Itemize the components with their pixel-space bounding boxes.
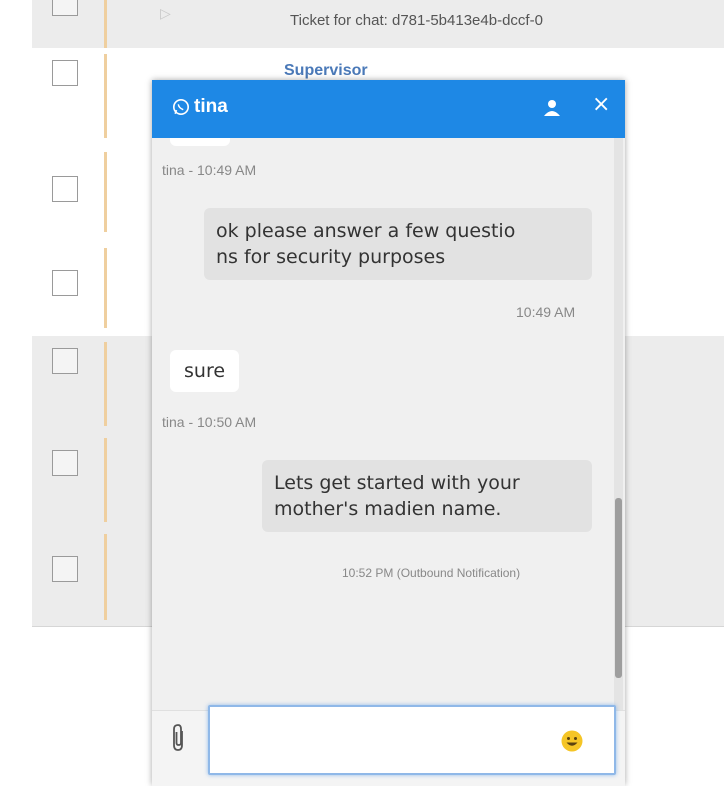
scrollbar-thumb[interactable] [615,498,622,678]
row-checkbox[interactable] [52,450,78,476]
row-stripe [104,534,107,620]
message-text-line: ok please answer a few questio [216,220,516,242]
message-text-line: ns for security purposes [216,246,446,268]
row-checkbox[interactable] [52,556,78,582]
paperclip-icon[interactable] [170,723,188,753]
message-input[interactable] [208,705,616,775]
incoming-bubble [170,138,230,146]
chat-composer [152,705,625,786]
row-stripe [104,0,107,48]
row-checkbox[interactable] [52,270,78,296]
whatsapp-icon [172,98,190,116]
ticket-title[interactable]: Ticket for chat: d781-5b413e4b-dccf-0 [290,12,543,29]
row-stripe [104,342,107,426]
row-checkbox[interactable] [52,60,78,86]
row-stripe [104,152,107,232]
chat-header: tina × [152,80,625,138]
row-stripe [104,54,107,138]
play-icon: ▷ [160,6,171,22]
chat-contact-name: tina [194,96,228,117]
outgoing-bubble: Lets get started with your mother's madi… [262,460,592,532]
message-meta: tina - 10:50 AM [162,414,257,430]
message-text-line: mother's madien name. [274,498,502,520]
outgoing-bubble: ok please answer a few questio ns for se… [204,208,592,280]
supervisor-link[interactable]: Supervisor [284,62,368,80]
emoji-icon[interactable] [560,729,584,753]
user-icon[interactable] [542,98,562,118]
message-list[interactable]: tina - 10:49 AM ok please answer a few q… [152,138,625,710]
message-text-line: Lets get started with your [274,472,520,494]
incoming-bubble: sure [170,350,240,392]
chat-window: tina × tina - 10:49 AM ok please answer … [152,80,625,786]
row-checkbox[interactable] [52,348,78,374]
message-meta: 10:52 PM (Outbound Notification) [342,566,521,580]
row-checkbox[interactable] [52,176,78,202]
table-row[interactable]: ▷ Ticket for chat: d781-5b413e4b-dccf-0 [32,0,724,49]
message-meta: 10:49 AM [516,304,576,320]
row-checkbox[interactable] [52,0,78,16]
scrollbar[interactable] [614,138,623,710]
message-meta: tina - 10:49 AM [162,162,257,178]
row-stripe [104,248,107,328]
close-icon[interactable]: × [592,92,610,117]
message-text: sure [184,360,226,382]
row-stripe [104,438,107,522]
